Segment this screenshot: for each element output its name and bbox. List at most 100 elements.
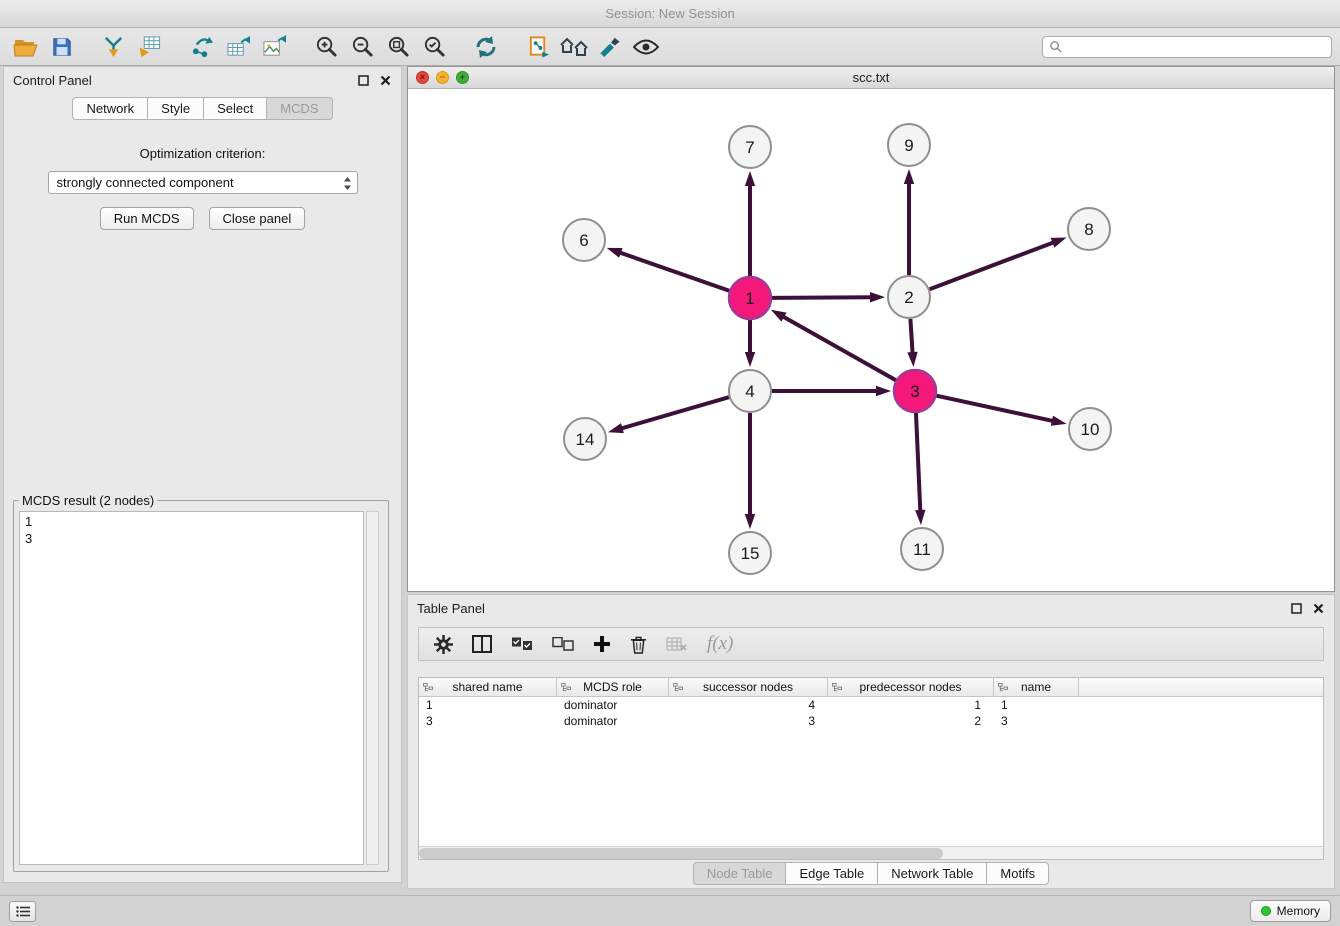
scrollbar-thumb[interactable] (419, 848, 943, 859)
edge-arrowhead-icon (915, 510, 925, 525)
control-panel-header: Control Panel (4, 67, 401, 93)
zoom-in-button[interactable] (308, 31, 344, 63)
table-cell: 4 (669, 697, 828, 713)
graph-edge-3-10[interactable] (936, 396, 1053, 421)
titlebar[interactable]: Session: New Session (0, 0, 1340, 28)
mcds-result-item[interactable]: 1 (20, 513, 363, 530)
column-header-label: MCDS role (583, 680, 642, 694)
save-session-button[interactable] (44, 31, 80, 63)
run-mcds-button[interactable]: Run MCDS (100, 207, 194, 230)
task-history-button[interactable] (9, 901, 36, 922)
column-header-label: shared name (452, 680, 522, 694)
export-image-button[interactable] (256, 31, 292, 63)
tab-motifs[interactable]: Motifs (986, 862, 1049, 885)
column-header-predecessor-nodes[interactable]: predecessor nodes (828, 678, 994, 697)
minimize-window-icon[interactable]: − (436, 71, 449, 84)
tab-select[interactable]: Select (203, 97, 266, 120)
delete-column-button[interactable] (630, 635, 647, 654)
export-image-icon (262, 35, 287, 58)
open-session-button[interactable] (8, 31, 44, 63)
graph-edge-3-1[interactable] (782, 316, 896, 380)
table-settings-button[interactable] (434, 635, 453, 654)
refresh-icon (474, 35, 498, 59)
close-panel-button[interactable] (379, 74, 392, 87)
import-network-button[interactable] (96, 31, 132, 63)
table-row[interactable]: 1dominator411 (419, 697, 1323, 713)
home-view-button[interactable] (556, 31, 592, 63)
zoom-fit-button[interactable] (380, 31, 416, 63)
apply-layout-button[interactable] (468, 31, 504, 63)
graph-edge-2-3[interactable] (910, 319, 912, 354)
export-table-button[interactable] (220, 31, 256, 63)
function-builder-button: f(x) (707, 633, 733, 655)
column-header-mcds-role[interactable]: MCDS role (557, 678, 669, 697)
search-icon (1049, 40, 1062, 53)
column-header-successor-nodes[interactable]: successor nodes (669, 678, 828, 697)
apply-style-button[interactable] (592, 31, 628, 63)
column-sort-icon (561, 683, 572, 692)
home-icon (559, 36, 589, 58)
search-input[interactable] (1066, 40, 1325, 54)
graph-node-label: 3 (910, 382, 919, 401)
tab-style[interactable]: Style (147, 97, 203, 120)
close-panel-action-button[interactable]: Close panel (209, 207, 306, 230)
style-brush-icon (598, 35, 622, 58)
float-panel-button[interactable] (357, 74, 370, 87)
trash-icon (630, 635, 647, 654)
memory-button[interactable]: Memory (1250, 900, 1331, 922)
application-window: Session: New Session (0, 0, 1340, 926)
show-hide-details-button[interactable] (628, 31, 664, 63)
create-column-button[interactable] (593, 635, 611, 653)
zoom-out-icon (351, 35, 374, 58)
main-toolbar (0, 28, 1340, 66)
select-all-columns-button[interactable] (511, 637, 533, 651)
tab-network[interactable]: Network (72, 97, 147, 120)
network-canvas[interactable]: 7968124314101511 (408, 89, 1334, 591)
mcds-result-list[interactable]: 13 (19, 511, 364, 865)
export-network-button[interactable] (184, 31, 220, 63)
column-header-shared-name[interactable]: shared name (419, 678, 557, 697)
tab-network-table[interactable]: Network Table (877, 862, 986, 885)
graph-edge-4-14[interactable] (621, 397, 729, 429)
float-table-panel-button[interactable] (1290, 602, 1303, 615)
mcds-result-scrollbar[interactable] (366, 511, 379, 865)
table-panel-tabs: Node TableEdge TableNetwork TableMotifs (408, 862, 1334, 885)
maximize-window-icon[interactable]: + (456, 71, 469, 84)
tab-mcds[interactable]: MCDS (266, 97, 332, 120)
search-box[interactable] (1042, 36, 1332, 58)
graph-edge-2-8[interactable] (930, 242, 1055, 289)
deselect-all-columns-button[interactable] (552, 637, 574, 651)
graph-node-label: 1 (745, 289, 754, 308)
clone-network-button[interactable] (520, 31, 556, 63)
table-horizontal-scrollbar[interactable] (419, 846, 1323, 859)
control-panel-title: Control Panel (13, 73, 92, 88)
control-panel: Control Panel NetworkStyleSelectMCDS Opt… (3, 66, 402, 883)
table-row[interactable]: 3dominator323 (419, 713, 1323, 729)
close-table-panel-button[interactable] (1312, 602, 1325, 615)
import-table-button[interactable] (132, 31, 168, 63)
column-header-name[interactable]: name (994, 678, 1079, 697)
table-cell: 3 (669, 713, 828, 729)
graph-edge-1-2[interactable] (772, 297, 872, 298)
network-window-titlebar[interactable]: × − + scc.txt (408, 67, 1334, 89)
memory-label: Memory (1277, 904, 1320, 918)
graph-node-label: 6 (579, 231, 588, 250)
column-sort-icon (832, 683, 843, 692)
table-cell: 1 (828, 697, 994, 713)
tab-node-table[interactable]: Node Table (693, 862, 786, 885)
gear-icon (434, 635, 453, 654)
close-window-icon[interactable]: × (416, 71, 429, 84)
graph-edge-3-11[interactable] (916, 413, 920, 512)
optimization-criterion-select[interactable]: strongly connected component (48, 171, 358, 194)
graph-node-label: 15 (741, 544, 760, 563)
table-cell: 1 (419, 697, 557, 713)
show-columns-button[interactable] (472, 635, 492, 653)
edge-arrowhead-icon (745, 352, 755, 367)
graph-edge-1-6[interactable] (619, 252, 729, 291)
tab-edge-table[interactable]: Edge Table (785, 862, 877, 885)
table-cell: 1 (994, 697, 1079, 713)
table-body[interactable]: 1dominator4113dominator323 (419, 697, 1323, 846)
zoom-selected-button[interactable] (416, 31, 452, 63)
zoom-out-button[interactable] (344, 31, 380, 63)
mcds-result-item[interactable]: 3 (20, 530, 363, 547)
